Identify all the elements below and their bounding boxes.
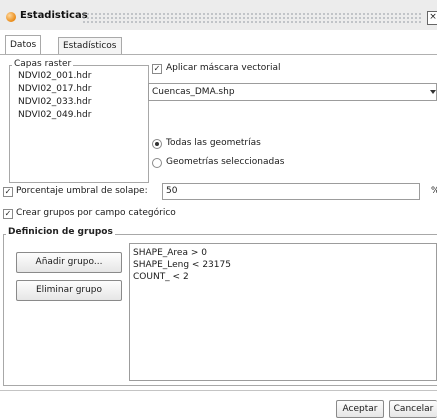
categorical-checkbox[interactable]: ✓: [3, 209, 13, 219]
overlap-unit: %: [431, 186, 437, 196]
tab-estadisticos[interactable]: Estadísticos: [58, 37, 122, 54]
radio-selected-geometries[interactable]: [152, 158, 162, 168]
caret-down-icon: [430, 90, 436, 94]
add-group-button[interactable]: Añadir grupo...: [16, 252, 122, 273]
groups-legend: Definicion de grupos: [6, 227, 115, 237]
app-icon: [6, 12, 16, 22]
accept-button[interactable]: Aceptar: [336, 400, 384, 418]
raster-group-legend: Capas raster: [12, 59, 74, 69]
group-definition-line: SHAPE_Leng < 23175: [133, 260, 231, 270]
list-item[interactable]: NDVI02_033.hdr: [16, 96, 146, 109]
group-definitions-textarea[interactable]: SHAPE_Area > 0 SHAPE_Leng < 23175 COUNT_…: [129, 243, 437, 381]
radio-all-label: Todas las geometrías: [166, 138, 261, 148]
radio-all-geometries[interactable]: [152, 139, 162, 149]
title-bar: Estadisticas ×: [0, 0, 437, 30]
overlap-input[interactable]: 50: [162, 183, 420, 200]
radio-selected-label: Geometrías seleccionadas: [166, 157, 285, 167]
vector-layer-value: Cuencas_DMA.shp: [152, 87, 235, 97]
tab-datos[interactable]: Datos: [5, 35, 42, 55]
tab-divider: [0, 54, 437, 55]
vector-mask-label: Aplicar máscara vectorial: [166, 63, 281, 73]
cancel-button[interactable]: Cancelar: [389, 400, 437, 418]
categorical-label: Crear grupos por campo categórico: [16, 208, 176, 218]
list-item[interactable]: NDVI02_001.hdr: [16, 70, 146, 83]
list-item[interactable]: NDVI02_017.hdr: [16, 83, 146, 96]
group-definition-line: COUNT_ < 2: [133, 272, 189, 282]
overlap-checkbox[interactable]: ✓: [3, 187, 13, 197]
group-definition-line: SHAPE_Area > 0: [133, 248, 207, 258]
vector-layer-select[interactable]: Cuencas_DMA.shp: [148, 83, 437, 101]
remove-group-button[interactable]: Eliminar grupo: [16, 280, 122, 301]
title-drag-handle[interactable]: [82, 12, 422, 23]
close-icon[interactable]: ×: [427, 11, 437, 25]
tab-bar: Datos Estadísticos: [0, 33, 437, 55]
raster-layer-list[interactable]: NDVI02_001.hdr NDVI02_017.hdr NDVI02_033…: [16, 70, 146, 176]
window-title: Estadisticas: [20, 10, 88, 21]
vector-mask-checkbox[interactable]: ✓: [152, 64, 162, 74]
overlap-label: Porcentaje umbral de solape:: [16, 186, 148, 196]
footer-divider: [0, 390, 437, 391]
list-item[interactable]: NDVI02_049.hdr: [16, 109, 146, 122]
